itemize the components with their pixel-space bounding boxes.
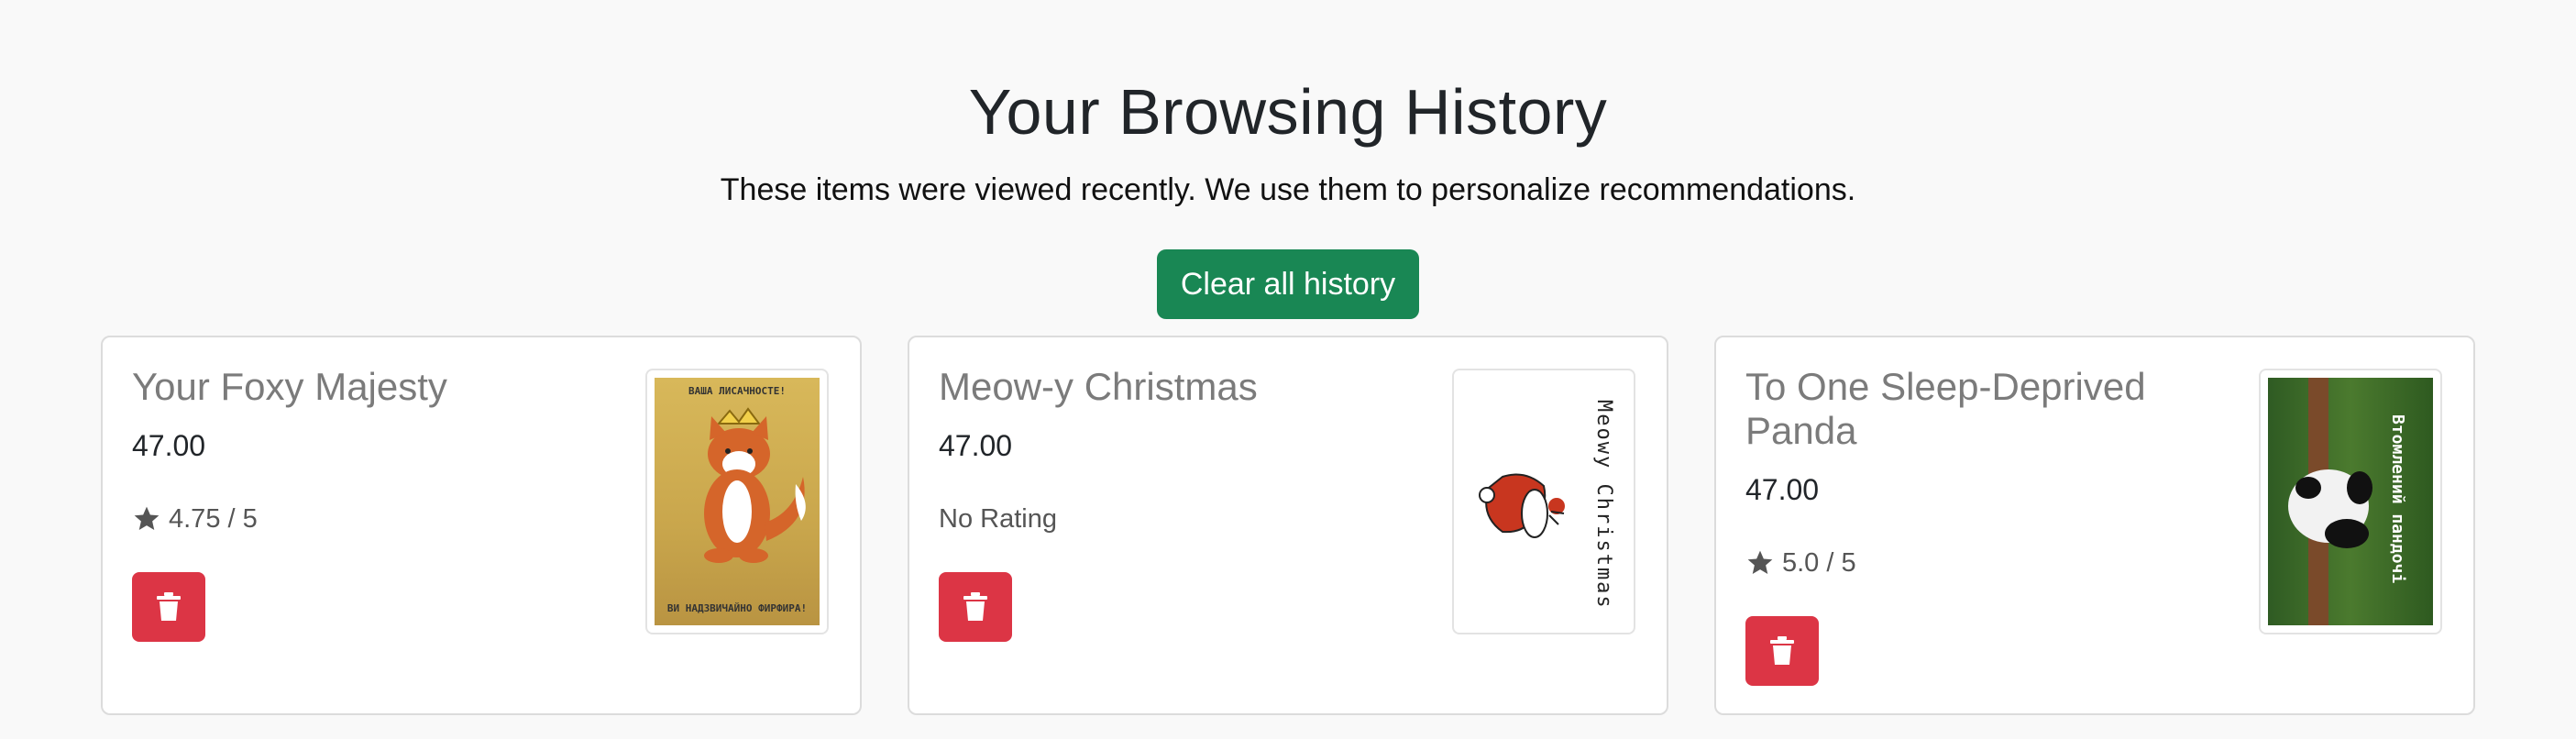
christmas-cat-illustration: Meowy Christmas bbox=[1461, 378, 1626, 625]
star-icon bbox=[134, 506, 160, 530]
star-icon bbox=[1747, 550, 1773, 574]
trash-icon bbox=[1770, 636, 1794, 665]
delete-item-button[interactable] bbox=[939, 572, 1012, 642]
history-card: Meow-y Christmas 47.00 No Rating Meowy C… bbox=[908, 336, 1668, 715]
product-image[interactable]: ВАША ЛИСАЧНОСТЕ! ВИ НАДЗВИЧАЙНО ФИРФИРА! bbox=[645, 369, 829, 634]
history-header: Your Browsing History These items were v… bbox=[0, 0, 2576, 319]
product-rating: 5.0 / 5 bbox=[1745, 546, 2240, 579]
image-text: Meowy Christmas bbox=[1592, 400, 1615, 610]
rating-value: 4.75 / 5 bbox=[169, 504, 258, 534]
image-bottom-text: ВИ НАДЗВИЧАЙНО ФИРФИРА! bbox=[666, 602, 808, 614]
card-body: Meow-y Christmas 47.00 No Rating bbox=[939, 365, 1434, 642]
clear-history-button[interactable]: Clear all history bbox=[1156, 249, 1420, 319]
fox-illustration: ВАША ЛИСАЧНОСТЕ! ВИ НАДЗВИЧАЙНО ФИРФИРА! bbox=[655, 378, 820, 625]
panda-drawing bbox=[2288, 378, 2372, 625]
image-text: Втомлений пандочі bbox=[2388, 414, 2407, 584]
product-price: 47.00 bbox=[939, 429, 1013, 462]
trash-icon bbox=[157, 592, 181, 621]
image-top-text: ВАША ЛИСАЧНОСТЕ! bbox=[688, 385, 786, 397]
panda-illustration: Втомлений пандочі bbox=[2268, 378, 2433, 625]
product-rating: 4.75 / 5 bbox=[132, 502, 627, 535]
card-body: Your Foxy Majesty 47.00 4.75 / 5 bbox=[132, 365, 627, 642]
product-price: 47.00 bbox=[1745, 473, 1820, 506]
product-title[interactable]: To One Sleep-Deprived Panda bbox=[1745, 365, 2240, 453]
delete-item-button[interactable] bbox=[1745, 616, 1819, 686]
page-title: Your Browsing History bbox=[968, 76, 1608, 148]
page-subtitle: These items were viewed recently. We use… bbox=[720, 172, 1856, 207]
history-card-list: Your Foxy Majesty 47.00 4.75 / 5 ВАША ЛИ… bbox=[101, 336, 2475, 715]
trash-icon bbox=[963, 592, 987, 621]
product-price: 47.00 bbox=[132, 429, 206, 462]
product-image[interactable]: Втомлений пандочі bbox=[2259, 369, 2442, 634]
delete-item-button[interactable] bbox=[132, 572, 205, 642]
card-body: To One Sleep-Deprived Panda 47.00 5.0 / … bbox=[1745, 365, 2240, 686]
fox-drawing bbox=[704, 407, 806, 563]
rating-value: No Rating bbox=[939, 504, 1057, 534]
product-image[interactable]: Meowy Christmas bbox=[1452, 369, 1635, 634]
history-card: To One Sleep-Deprived Panda 47.00 5.0 / … bbox=[1714, 336, 2475, 715]
product-title[interactable]: Your Foxy Majesty bbox=[132, 365, 627, 409]
history-card: Your Foxy Majesty 47.00 4.75 / 5 ВАША ЛИ… bbox=[101, 336, 862, 715]
rating-value: 5.0 / 5 bbox=[1782, 548, 1856, 578]
product-title[interactable]: Meow-y Christmas bbox=[939, 365, 1434, 409]
product-rating: No Rating bbox=[939, 502, 1434, 535]
